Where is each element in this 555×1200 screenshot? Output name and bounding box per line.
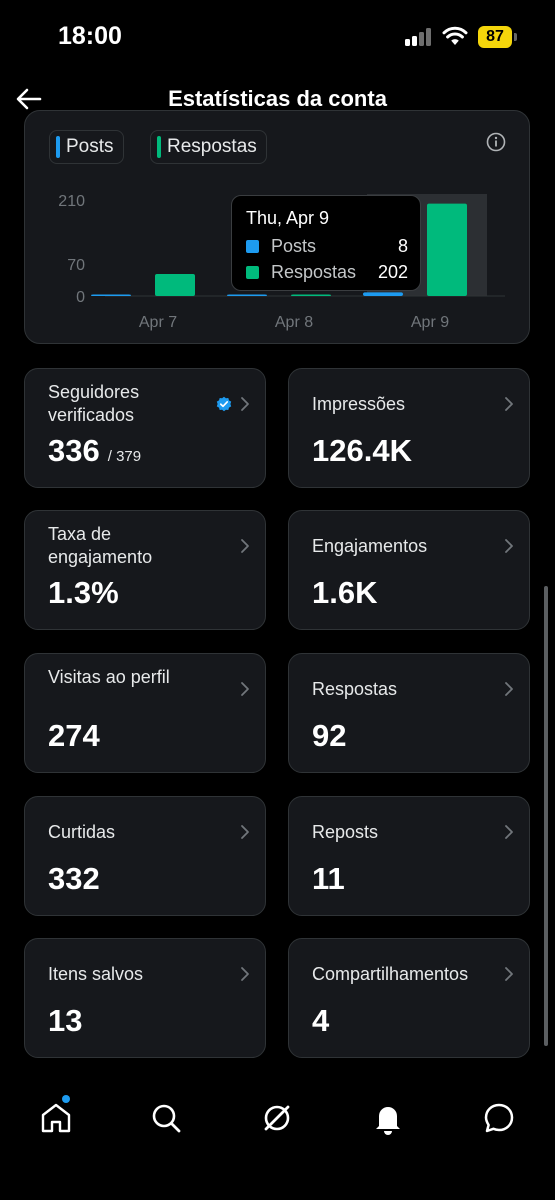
verified-badge-icon <box>216 396 232 412</box>
stat-label: Engajamentos <box>312 536 428 556</box>
bar-posts-0 <box>91 294 131 296</box>
stat-card-compartilhamentos[interactable]: Compartilhamentos 4 <box>288 938 530 1058</box>
tooltip-respostas-label: Respostas <box>271 262 357 282</box>
page-title: Estatísticas da conta <box>168 86 387 111</box>
stat-value-total: / 379 <box>107 448 142 465</box>
stat-card-reposts[interactable]: Reposts 11 <box>288 796 530 916</box>
stat-value: 336 / 379 <box>48 433 141 469</box>
chevron-right-icon <box>241 967 249 981</box>
signal-icon <box>405 28 435 46</box>
stat-value: 1.6K <box>312 575 377 611</box>
stat-value-number: 1.6K <box>312 575 378 610</box>
stat-value-number: 126.4K <box>312 433 412 468</box>
stat-value-number: 11 <box>312 861 345 896</box>
bar-respostas-0 <box>155 274 195 296</box>
chevron-right-icon <box>241 825 249 839</box>
chevron-right-icon <box>505 967 513 981</box>
chevron-right-icon <box>241 539 249 553</box>
stat-label: Reposts <box>312 822 379 842</box>
stat-label: Respostas <box>312 679 398 699</box>
stat-value: 1.3% <box>48 575 119 611</box>
stat-card-curtidas[interactable]: Curtidas 332 <box>24 796 266 916</box>
stat-card-engajamentos[interactable]: Engajamentos 1.6K <box>288 510 530 630</box>
stat-value-number: 1.3% <box>48 575 119 610</box>
bar-respostas-1 <box>291 294 331 296</box>
stat-label: Visitas ao perfil <box>48 667 170 687</box>
stat-card-itens-salvos[interactable]: Itens salvos 13 <box>24 938 266 1058</box>
home-icon[interactable] <box>36 1098 76 1138</box>
stat-value-number: 336 <box>48 433 100 468</box>
home-indicator <box>180 1184 374 1190</box>
bar-posts-2 <box>363 292 403 296</box>
wifi-icon <box>442 26 468 45</box>
tooltip-posts-value: 8 <box>397 236 408 256</box>
chart-card: Posts Respostas 210 70 0 Apr 7 Apr 8 Apr 9 Th… <box>24 110 530 344</box>
stat-card-visitas-ao-perfil[interactable]: Visitas ao perfil 274 <box>24 653 266 773</box>
bar-posts-1 <box>227 294 267 296</box>
chart-tooltip: Thu, Apr 9 Posts 8 Respostas 202 <box>231 195 421 291</box>
stat-value: 13 <box>48 1003 82 1039</box>
grok-icon[interactable] <box>257 1098 297 1138</box>
stat-label: Compartilhamentos <box>312 964 469 984</box>
tooltip-posts-label: Posts <box>271 236 317 256</box>
tooltip-title: Thu, Apr 9 <box>246 208 330 228</box>
battery-icon: 87 <box>478 26 518 48</box>
tooltip-posts-swatch <box>246 240 259 253</box>
stat-label: Impressões <box>312 394 406 414</box>
stat-label: Itens salvos <box>48 964 144 984</box>
stat-value: 126.4K <box>312 433 412 469</box>
stat-card-taxa-de-engajamento[interactable]: Taxa de engajamento 1.3% <box>24 510 266 630</box>
chevron-right-icon <box>241 397 249 411</box>
stat-value-number: 274 <box>48 718 100 753</box>
bar-respostas-2 <box>427 203 467 296</box>
stat-card-impressoes[interactable]: Impressões 126.4K <box>288 368 530 488</box>
y-tick-label: 210 <box>58 193 85 210</box>
x-tick-label: Apr 8 <box>275 314 313 331</box>
stat-card-respostas[interactable]: Respostas 92 <box>288 653 530 773</box>
tooltip-row-posts: Posts 8 <box>246 236 408 258</box>
status-bar: 18:00 87 <box>0 0 555 72</box>
chevron-right-icon <box>505 682 513 696</box>
chevron-right-icon <box>505 539 513 553</box>
tooltip-respostas-value: 202 <box>377 262 408 282</box>
tooltip-respostas-swatch <box>246 266 259 279</box>
stat-value: 11 <box>312 861 345 897</box>
battery-level: 87 <box>486 28 504 45</box>
notifications-icon[interactable] <box>368 1098 408 1138</box>
search-icon[interactable] <box>146 1098 186 1138</box>
stat-value-number: 92 <box>312 718 347 753</box>
scrollbar[interactable] <box>544 586 548 1046</box>
stat-value-number: 13 <box>48 1003 83 1038</box>
stat-value: 4 <box>312 1003 329 1039</box>
home-notification-dot <box>62 1095 70 1103</box>
chevron-right-icon <box>505 397 513 411</box>
chevron-right-icon <box>241 682 249 696</box>
stat-label: Taxa de engajamento <box>48 524 153 567</box>
stat-value: 274 <box>48 718 100 754</box>
chevron-right-icon <box>505 825 513 839</box>
x-tick-label: Apr 9 <box>411 314 449 331</box>
stat-value: 92 <box>312 718 346 754</box>
stat-value: 332 <box>48 861 100 897</box>
y-tick-label: 70 <box>67 257 85 274</box>
x-tick-label: Apr 7 <box>139 314 177 331</box>
stat-label: Seguidores verificados <box>48 382 140 425</box>
y-tick-label: 0 <box>76 289 85 306</box>
bottom-nav <box>0 1082 555 1200</box>
status-time: 18:00 <box>58 22 122 50</box>
tooltip-row-respostas: Respostas 202 <box>246 262 408 284</box>
stat-label: Curtidas <box>48 822 116 842</box>
stat-value-number: 4 <box>312 1003 330 1038</box>
messages-icon[interactable] <box>479 1098 519 1138</box>
stat-value-number: 332 <box>48 861 100 896</box>
stat-card-seguidores-verificados[interactable]: Seguidores verificados 336 / 379 <box>24 368 266 488</box>
